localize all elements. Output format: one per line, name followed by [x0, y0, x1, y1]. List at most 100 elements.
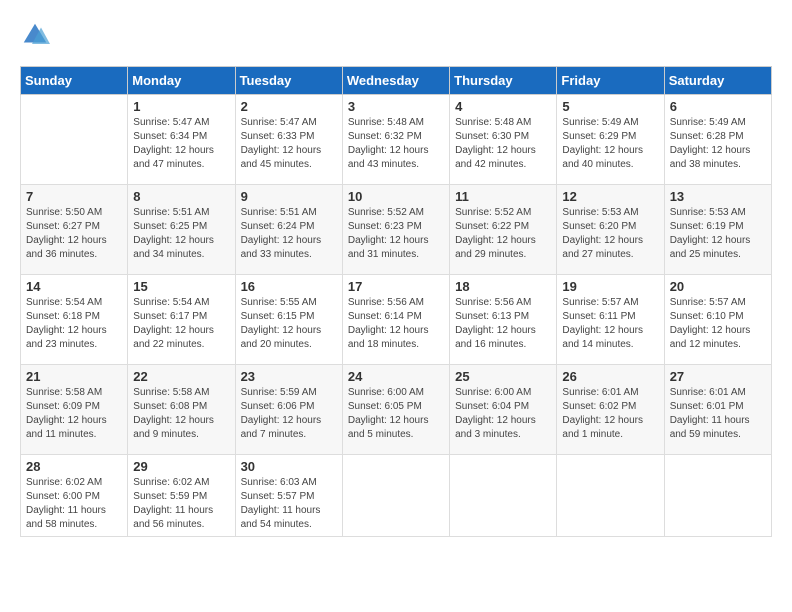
- day-number: 5: [562, 99, 658, 114]
- calendar-cell: 2Sunrise: 5:47 AMSunset: 6:33 PMDaylight…: [235, 95, 342, 185]
- day-info: Sunrise: 5:57 AMSunset: 6:11 PMDaylight:…: [562, 296, 658, 352]
- calendar-week-1: 1 Sunrise: 5:47 AMSunset: 6:34 PMDaylight…: [21, 95, 772, 185]
- day-info: Sunrise: 6:01 AMSunset: 6:01 PMDaylight:…: [670, 386, 766, 442]
- day-number: 21: [26, 369, 122, 384]
- day-info: Sunrise: 5:57 AMSunset: 6:10 PMDaylight:…: [670, 296, 766, 352]
- day-info: Sunrise: 6:03 AMSunset: 5:57 PMDaylight:…: [241, 476, 337, 532]
- day-number: 14: [26, 279, 122, 294]
- calendar-cell: [450, 455, 557, 537]
- calendar-header: Sunday Monday Tuesday Wednesday Thursday…: [21, 67, 772, 95]
- calendar-cell: 16 Sunrise: 5:55 AMSunset: 6:15 PMDayligh…: [235, 275, 342, 365]
- calendar-cell: 7 Sunrise: 5:50 AMSunset: 6:27 PMDaylight…: [21, 185, 128, 275]
- day-number: 9: [241, 189, 337, 204]
- day-number: 1: [133, 99, 229, 114]
- calendar-cell: 28 Sunrise: 6:02 AMSunset: 6:00 PMDayligh…: [21, 455, 128, 537]
- day-info: Sunrise: 5:55 AMSunset: 6:15 PMDaylight:…: [241, 296, 337, 352]
- calendar-week-4: 21 Sunrise: 5:58 AMSunset: 6:09 PMDayligh…: [21, 365, 772, 455]
- header-row: Sunday Monday Tuesday Wednesday Thursday…: [21, 67, 772, 95]
- day-number: 17: [348, 279, 444, 294]
- day-info: Sunrise: 5:54 AMSunset: 6:17 PMDaylight:…: [133, 296, 229, 352]
- day-info: Sunrise: 5:53 AMSunset: 6:19 PMDaylight:…: [670, 206, 766, 262]
- calendar-cell: 24Sunrise: 6:00 AMSunset: 6:05 PMDayligh…: [342, 365, 449, 455]
- day-info: Sunrise: 5:54 AMSunset: 6:18 PMDaylight:…: [26, 296, 122, 352]
- day-info: Sunrise: 5:50 AMSunset: 6:27 PMDaylight:…: [26, 206, 122, 262]
- calendar-cell: 9Sunrise: 5:51 AMSunset: 6:24 PMDaylight…: [235, 185, 342, 275]
- day-info: Sunrise: 5:58 AMSunset: 6:08 PMDaylight:…: [133, 386, 229, 442]
- day-info: Sunrise: 5:53 AMSunset: 6:20 PMDaylight:…: [562, 206, 658, 262]
- day-number: 2: [241, 99, 337, 114]
- day-info: Sunrise: 5:56 AMSunset: 6:13 PMDaylight:…: [455, 296, 551, 352]
- day-number: 28: [26, 459, 122, 474]
- day-number: 10: [348, 189, 444, 204]
- calendar-table: Sunday Monday Tuesday Wednesday Thursday…: [20, 66, 772, 537]
- day-number: 6: [670, 99, 766, 114]
- col-friday: Friday: [557, 67, 664, 95]
- logo: [20, 20, 54, 50]
- calendar-cell: 21 Sunrise: 5:58 AMSunset: 6:09 PMDayligh…: [21, 365, 128, 455]
- calendar-cell: 18Sunrise: 5:56 AMSunset: 6:13 PMDayligh…: [450, 275, 557, 365]
- logo-icon: [20, 20, 50, 50]
- day-number: 7: [26, 189, 122, 204]
- calendar-cell: 15Sunrise: 5:54 AMSunset: 6:17 PMDayligh…: [128, 275, 235, 365]
- day-number: 26: [562, 369, 658, 384]
- day-info: Sunrise: 5:48 AMSunset: 6:30 PMDaylight:…: [455, 116, 551, 172]
- calendar-cell: 10 Sunrise: 5:52 AMSunset: 6:23 PMDayligh…: [342, 185, 449, 275]
- calendar-cell: 8 Sunrise: 5:51 AMSunset: 6:25 PMDaylight…: [128, 185, 235, 275]
- calendar-week-5: 28 Sunrise: 6:02 AMSunset: 6:00 PMDayligh…: [21, 455, 772, 537]
- calendar-cell: [21, 95, 128, 185]
- day-info: Sunrise: 6:01 AMSunset: 6:02 PMDaylight:…: [562, 386, 658, 442]
- col-thursday: Thursday: [450, 67, 557, 95]
- day-info: Sunrise: 5:49 AMSunset: 6:29 PMDaylight:…: [562, 116, 658, 172]
- day-number: 22: [133, 369, 229, 384]
- col-sunday: Sunday: [21, 67, 128, 95]
- day-number: 4: [455, 99, 551, 114]
- day-number: 16: [241, 279, 337, 294]
- calendar-cell: [342, 455, 449, 537]
- col-saturday: Saturday: [664, 67, 771, 95]
- calendar-cell: 13 Sunrise: 5:53 AMSunset: 6:19 PMDayligh…: [664, 185, 771, 275]
- day-info: Sunrise: 5:51 AMSunset: 6:25 PMDaylight:…: [133, 206, 229, 262]
- day-number: 23: [241, 369, 337, 384]
- day-number: 30: [241, 459, 337, 474]
- calendar-cell: 11 Sunrise: 5:52 AMSunset: 6:22 PMDayligh…: [450, 185, 557, 275]
- day-info: Sunrise: 5:59 AMSunset: 6:06 PMDaylight:…: [241, 386, 337, 442]
- calendar-cell: 1 Sunrise: 5:47 AMSunset: 6:34 PMDaylight…: [128, 95, 235, 185]
- calendar-cell: [557, 455, 664, 537]
- calendar-cell: 25 Sunrise: 6:00 AMSunset: 6:04 PMDayligh…: [450, 365, 557, 455]
- calendar-body: 1 Sunrise: 5:47 AMSunset: 6:34 PMDaylight…: [21, 95, 772, 537]
- day-number: 11: [455, 189, 551, 204]
- calendar-week-3: 14 Sunrise: 5:54 AMSunset: 6:18 PMDayligh…: [21, 275, 772, 365]
- page-header: [20, 20, 772, 50]
- calendar-cell: 29Sunrise: 6:02 AMSunset: 5:59 PMDayligh…: [128, 455, 235, 537]
- day-info: Sunrise: 6:02 AMSunset: 6:00 PMDaylight:…: [26, 476, 122, 532]
- calendar-cell: 12Sunrise: 5:53 AMSunset: 6:20 PMDayligh…: [557, 185, 664, 275]
- calendar-cell: 22 Sunrise: 5:58 AMSunset: 6:08 PMDayligh…: [128, 365, 235, 455]
- calendar-week-2: 7 Sunrise: 5:50 AMSunset: 6:27 PMDaylight…: [21, 185, 772, 275]
- col-monday: Monday: [128, 67, 235, 95]
- day-info: Sunrise: 5:52 AMSunset: 6:22 PMDaylight:…: [455, 206, 551, 262]
- day-info: Sunrise: 5:49 AMSunset: 6:28 PMDaylight:…: [670, 116, 766, 172]
- day-number: 29: [133, 459, 229, 474]
- col-tuesday: Tuesday: [235, 67, 342, 95]
- calendar-cell: 14 Sunrise: 5:54 AMSunset: 6:18 PMDayligh…: [21, 275, 128, 365]
- calendar-cell: 17 Sunrise: 5:56 AMSunset: 6:14 PMDayligh…: [342, 275, 449, 365]
- calendar-cell: 3Sunrise: 5:48 AMSunset: 6:32 PMDaylight…: [342, 95, 449, 185]
- day-info: Sunrise: 5:58 AMSunset: 6:09 PMDaylight:…: [26, 386, 122, 442]
- day-number: 8: [133, 189, 229, 204]
- calendar-cell: 27 Sunrise: 6:01 AMSunset: 6:01 PMDayligh…: [664, 365, 771, 455]
- day-number: 19: [562, 279, 658, 294]
- day-number: 27: [670, 369, 766, 384]
- day-info: Sunrise: 5:47 AMSunset: 6:34 PMDaylight:…: [133, 116, 229, 172]
- calendar-cell: 30 Sunrise: 6:03 AMSunset: 5:57 PMDayligh…: [235, 455, 342, 537]
- calendar-cell: [664, 455, 771, 537]
- day-number: 20: [670, 279, 766, 294]
- day-number: 13: [670, 189, 766, 204]
- calendar-cell: 26 Sunrise: 6:01 AMSunset: 6:02 PMDayligh…: [557, 365, 664, 455]
- day-info: Sunrise: 5:52 AMSunset: 6:23 PMDaylight:…: [348, 206, 444, 262]
- day-number: 25: [455, 369, 551, 384]
- day-info: Sunrise: 5:56 AMSunset: 6:14 PMDaylight:…: [348, 296, 444, 352]
- day-info: Sunrise: 6:00 AMSunset: 6:04 PMDaylight:…: [455, 386, 551, 442]
- calendar-cell: 20 Sunrise: 5:57 AMSunset: 6:10 PMDayligh…: [664, 275, 771, 365]
- col-wednesday: Wednesday: [342, 67, 449, 95]
- calendar-cell: 23 Sunrise: 5:59 AMSunset: 6:06 PMDayligh…: [235, 365, 342, 455]
